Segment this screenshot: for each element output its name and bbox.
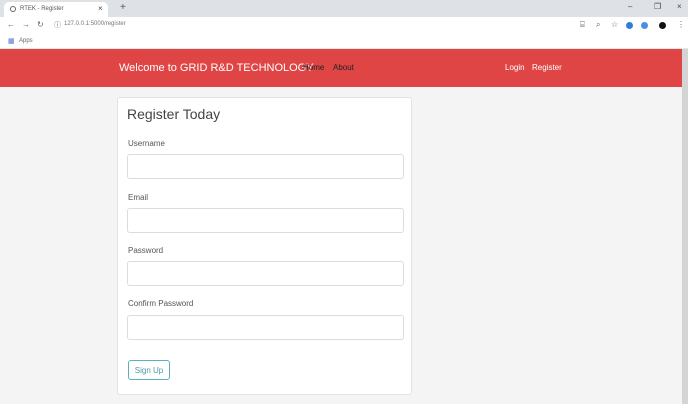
browser-tab[interactable]: RTEK - Register × bbox=[4, 2, 108, 17]
username-label: Username bbox=[128, 139, 165, 148]
email-input[interactable] bbox=[127, 208, 404, 233]
zoom-icon[interactable]: ⌕ bbox=[596, 20, 600, 30]
nav-link-home[interactable]: Home bbox=[303, 63, 324, 72]
extension-icon[interactable] bbox=[626, 22, 633, 29]
forward-icon[interactable]: → bbox=[22, 20, 30, 29]
new-tab-button[interactable]: + bbox=[120, 2, 126, 13]
confirm-password-label: Confirm Password bbox=[128, 299, 194, 308]
email-label: Email bbox=[128, 193, 149, 202]
register-card: Register Today Username Email Password C… bbox=[117, 97, 412, 395]
apps-bookmark[interactable]: Apps bbox=[19, 38, 33, 44]
site-brand[interactable]: Welcome to GRID R&D TECHNOLOGY bbox=[119, 62, 314, 74]
bookmark-star-icon[interactable]: ☆ bbox=[611, 20, 618, 29]
profile-avatar[interactable] bbox=[659, 22, 666, 29]
nav-link-register[interactable]: Register bbox=[532, 63, 562, 72]
menu-icon[interactable]: ⋮ bbox=[677, 20, 685, 29]
nav-link-about[interactable]: About bbox=[333, 63, 354, 72]
back-icon[interactable]: ← bbox=[7, 20, 15, 29]
nav-link-login[interactable]: Login bbox=[505, 63, 525, 72]
extension-icon[interactable] bbox=[641, 22, 648, 29]
username-input[interactable] bbox=[127, 154, 404, 179]
tab-title: RTEK - Register bbox=[20, 6, 64, 12]
sign-up-button[interactable]: Sign Up bbox=[128, 360, 170, 380]
site-navbar: Welcome to GRID R&D TECHNOLOGY Home Abou… bbox=[0, 49, 682, 87]
confirm-password-input[interactable] bbox=[127, 315, 404, 340]
info-icon[interactable]: ⓘ bbox=[54, 20, 61, 30]
password-input[interactable] bbox=[127, 261, 404, 286]
bookmarks-bar: ▦ Apps bbox=[0, 34, 688, 49]
translate-icon[interactable]: ⌸ bbox=[580, 20, 585, 30]
password-label: Password bbox=[128, 246, 164, 255]
browser-toolbar: ← → ↻ ⓘ 127.0.0.1:5000/register ⌸ ⌕ ☆ ⋮ bbox=[0, 17, 688, 34]
restore-button[interactable]: ❐ bbox=[654, 2, 661, 11]
reload-icon[interactable]: ↻ bbox=[37, 20, 44, 29]
favicon-icon bbox=[10, 6, 16, 12]
minimize-button[interactable]: – bbox=[628, 2, 632, 11]
close-window-button[interactable]: × bbox=[677, 2, 682, 11]
browser-tab-bar: RTEK - Register × + – ❐ × bbox=[0, 0, 688, 17]
form-title: Register Today bbox=[127, 106, 221, 122]
address-bar[interactable]: 127.0.0.1:5000/register bbox=[64, 21, 126, 27]
tab-close-icon[interactable]: × bbox=[98, 4, 103, 13]
scrollbar[interactable] bbox=[682, 49, 688, 404]
apps-grid-icon[interactable]: ▦ bbox=[8, 37, 15, 45]
